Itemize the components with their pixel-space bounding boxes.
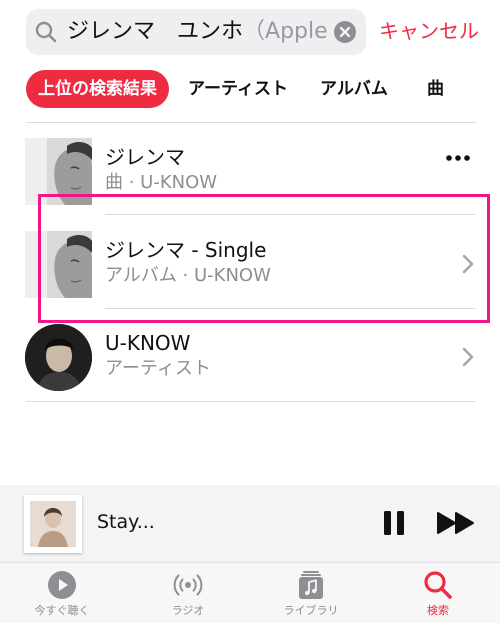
tab-bar: 今すぐ聴く ラジオ ライブラリ 検索: [0, 562, 500, 623]
tab-library[interactable]: ライブラリ: [261, 563, 361, 623]
search-icon: [35, 21, 57, 43]
more-icon[interactable]: [444, 152, 472, 164]
result-subtitle: アーティスト: [105, 358, 211, 379]
radio-icon: [173, 574, 203, 596]
result-subtitle: 曲 · U-KNOW: [105, 172, 218, 193]
tab-search[interactable]: 検索: [388, 563, 488, 623]
result-title: ジレンマ: [105, 145, 185, 169]
search-input[interactable]: ジレンマ ユンホ（Apple: [67, 17, 335, 47]
mini-player[interactable]: Stay...: [0, 485, 500, 562]
pause-icon[interactable]: [381, 509, 407, 537]
library-icon: [299, 571, 323, 599]
clear-icon: [339, 26, 351, 38]
scope-tabs: 上位の検索結果 アーティスト アルバム 曲: [26, 70, 500, 108]
tab-label: 検索: [427, 604, 449, 617]
now-playing-artwork: [24, 495, 82, 553]
now-playing-title: Stay...: [97, 511, 155, 533]
fast-forward-icon[interactable]: [436, 510, 476, 536]
chevron-right-icon: [462, 347, 474, 367]
search-query-text: ジレンマ ユンホ: [67, 19, 244, 44]
tab-top-results[interactable]: 上位の検索結果: [26, 70, 169, 108]
tab-label: ライブラリ: [283, 604, 339, 617]
search-field[interactable]: ジレンマ ユンホ（Apple: [26, 9, 366, 55]
result-title: U-KNOW: [105, 331, 191, 355]
highlight-box: [38, 194, 490, 323]
tab-radio[interactable]: ラジオ: [138, 563, 238, 623]
tab-artists[interactable]: アーティスト: [188, 70, 288, 108]
tab-label: 今すぐ聴く: [34, 604, 90, 617]
divider: [26, 401, 476, 402]
tab-listen-now[interactable]: 今すぐ聴く: [12, 563, 112, 623]
tab-albums[interactable]: アルバム: [320, 70, 388, 108]
tab-songs[interactable]: 曲: [427, 70, 444, 108]
cancel-button[interactable]: キャンセル: [379, 17, 479, 45]
search-ghost-text: （Apple: [243, 19, 328, 44]
play-circle-icon: [48, 571, 76, 599]
artist-avatar: [25, 324, 92, 391]
tab-label: ラジオ: [171, 604, 205, 617]
clear-search-button[interactable]: [334, 21, 356, 43]
search-icon: [424, 571, 452, 599]
